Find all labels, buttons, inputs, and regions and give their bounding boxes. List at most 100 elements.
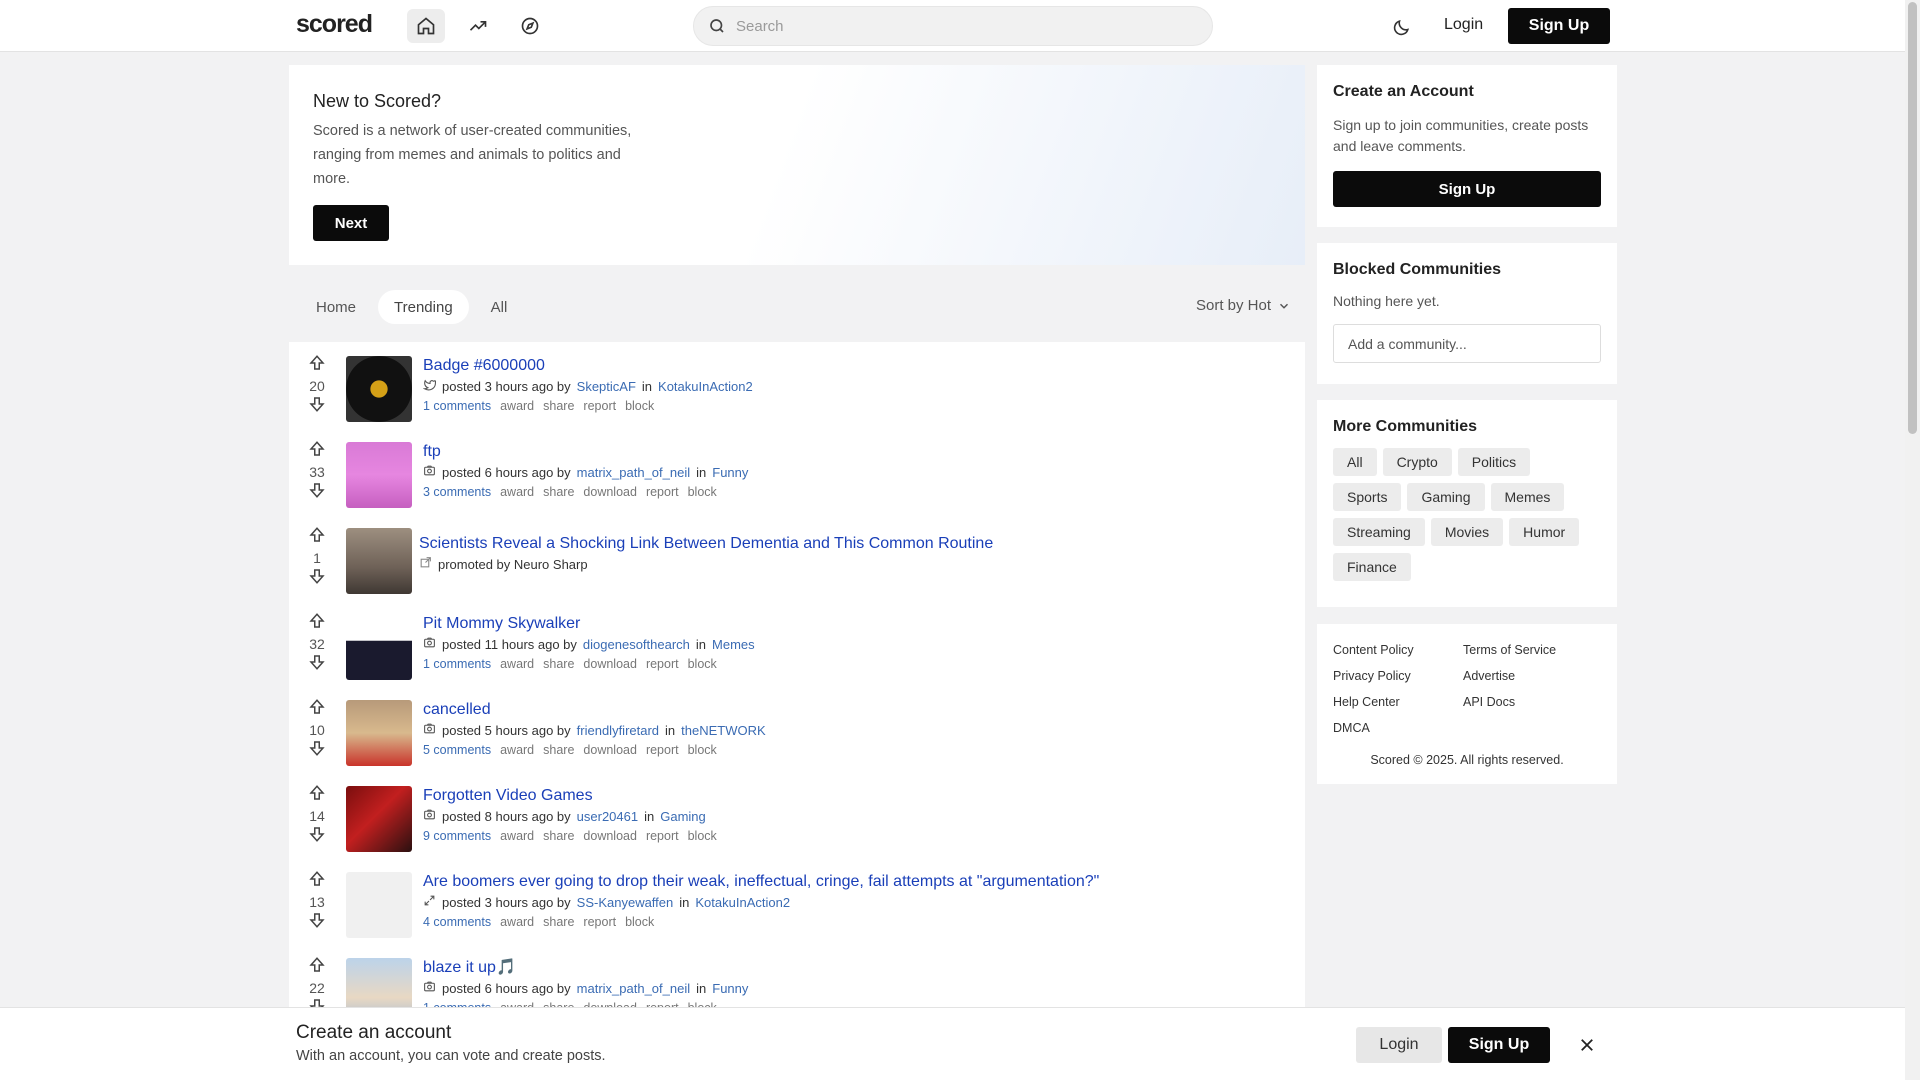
tab-trending[interactable]: Trending — [378, 290, 469, 324]
post-thumbnail[interactable] — [346, 614, 412, 680]
post-title-link[interactable]: Forgotten Video Games — [423, 786, 717, 806]
post-thumbnail[interactable] — [346, 872, 412, 938]
post-action-award[interactable]: award — [500, 484, 534, 500]
post-comments-link[interactable]: 4 comments — [423, 914, 491, 930]
upvote-button[interactable] — [303, 784, 331, 807]
footer-link[interactable]: Terms of Service — [1463, 641, 1593, 659]
upvote-button[interactable] — [303, 612, 331, 635]
post-author-link[interactable]: SkepticAF — [577, 378, 636, 395]
post-comments-link[interactable]: 1 comments — [423, 656, 491, 672]
upvote-button[interactable] — [303, 440, 331, 463]
footer-link[interactable]: Advertise — [1463, 667, 1593, 685]
post-action-report[interactable]: report — [583, 398, 616, 414]
scored-logo[interactable]: scored — [296, 10, 373, 39]
sidebar-signup-button[interactable]: Sign Up — [1333, 171, 1601, 207]
post-action-block[interactable]: block — [688, 484, 717, 500]
welcome-next-button[interactable]: Next — [313, 205, 389, 241]
community-chip[interactable]: Politics — [1457, 448, 1531, 476]
downvote-button[interactable] — [303, 567, 331, 590]
post-title-link[interactable]: cancelled — [423, 700, 766, 720]
post-community-link[interactable]: Funny — [712, 464, 748, 481]
downvote-button[interactable] — [303, 395, 331, 418]
trending-nav-button[interactable] — [459, 9, 497, 43]
upvote-button[interactable] — [303, 354, 331, 377]
upvote-button[interactable] — [303, 956, 331, 979]
downvote-button[interactable] — [303, 739, 331, 762]
post-comments-link[interactable]: 3 comments — [423, 484, 491, 500]
post-author-link[interactable]: matrix_path_of_neil — [577, 464, 690, 481]
upvote-button[interactable] — [303, 698, 331, 721]
post-comments-link[interactable]: 5 comments — [423, 742, 491, 758]
post-community-link[interactable]: theNETWORK — [681, 722, 766, 739]
post-action-block[interactable]: block — [688, 828, 717, 844]
post-community-link[interactable]: Memes — [712, 636, 755, 653]
community-chip[interactable]: Memes — [1490, 483, 1565, 511]
page-scrollbar[interactable] — [1905, 0, 1920, 1080]
community-chip[interactable]: Humor — [1509, 518, 1580, 546]
post-community-link[interactable]: KotakuInAction2 — [658, 378, 753, 395]
community-chip[interactable]: Streaming — [1333, 518, 1425, 546]
header-signup-button[interactable]: Sign Up — [1508, 8, 1610, 44]
downvote-button[interactable] — [303, 911, 331, 934]
explore-nav-button[interactable] — [511, 9, 549, 43]
banner-login-button[interactable]: Login — [1356, 1027, 1442, 1063]
banner-signup-button[interactable]: Sign Up — [1448, 1027, 1550, 1063]
community-chip[interactable]: All — [1333, 448, 1377, 476]
footer-link[interactable]: Privacy Policy — [1333, 667, 1463, 685]
post-action-share[interactable]: share — [543, 398, 574, 414]
footer-link[interactable]: Content Policy — [1333, 641, 1463, 659]
post-thumbnail[interactable] — [346, 786, 412, 852]
community-chip[interactable]: Gaming — [1407, 483, 1485, 511]
post-thumbnail[interactable] — [346, 528, 412, 594]
post-action-report[interactable]: report — [646, 742, 679, 758]
post-action-award[interactable]: award — [500, 914, 534, 930]
downvote-button[interactable] — [303, 825, 331, 848]
post-title-link[interactable]: Pit Mommy Skywalker — [423, 614, 755, 634]
post-author-link[interactable]: SS-Kanyewaffen — [577, 894, 674, 911]
dark-mode-toggle[interactable] — [1386, 12, 1416, 42]
post-action-block[interactable]: block — [625, 914, 654, 930]
banner-close-button[interactable] — [1574, 1032, 1600, 1058]
post-thumbnail[interactable] — [346, 356, 412, 422]
post-title-link[interactable]: Are boomers ever going to drop their wea… — [423, 872, 1099, 892]
upvote-button[interactable] — [303, 870, 331, 893]
post-action-block[interactable]: block — [625, 398, 654, 414]
add-community-input[interactable] — [1333, 324, 1601, 363]
post-action-report[interactable]: report — [646, 828, 679, 844]
footer-link[interactable]: DMCA — [1333, 719, 1463, 737]
post-action-share[interactable]: share — [543, 484, 574, 500]
post-thumbnail[interactable] — [346, 442, 412, 508]
post-comments-link[interactable]: 9 comments — [423, 828, 491, 844]
footer-link[interactable]: API Docs — [1463, 693, 1593, 711]
search-input[interactable] — [736, 17, 1196, 35]
post-thumbnail[interactable] — [346, 700, 412, 766]
post-action-report[interactable]: report — [646, 484, 679, 500]
post-action-report[interactable]: report — [646, 656, 679, 672]
post-comments-link[interactable]: 1 comments — [423, 398, 491, 414]
tab-all[interactable]: All — [475, 290, 524, 324]
post-action-share[interactable]: share — [543, 742, 574, 758]
post-action-award[interactable]: award — [500, 828, 534, 844]
post-title-link[interactable]: blaze it up🎵 — [423, 958, 748, 978]
scrollbar-thumb[interactable] — [1908, 2, 1917, 434]
post-community-link[interactable]: Gaming — [660, 808, 706, 825]
upvote-button[interactable] — [303, 526, 331, 549]
community-chip[interactable]: Sports — [1333, 483, 1402, 511]
post-author-link[interactable]: diogenesofthearch — [583, 636, 690, 653]
post-action-download[interactable]: download — [583, 742, 637, 758]
post-author-link[interactable]: user20461 — [577, 808, 638, 825]
post-community-link[interactable]: KotakuInAction2 — [695, 894, 790, 911]
post-action-award[interactable]: award — [500, 742, 534, 758]
post-action-award[interactable]: award — [500, 656, 534, 672]
search-bar[interactable] — [693, 6, 1213, 46]
post-title-link[interactable]: ftp — [423, 442, 748, 462]
community-chip[interactable]: Crypto — [1382, 448, 1452, 476]
post-action-block[interactable]: block — [688, 742, 717, 758]
post-community-link[interactable]: Funny — [712, 980, 748, 997]
post-action-share[interactable]: share — [543, 656, 574, 672]
post-action-download[interactable]: download — [583, 656, 637, 672]
post-action-award[interactable]: award — [500, 398, 534, 414]
home-nav-button[interactable] — [407, 9, 445, 43]
footer-link[interactable]: Help Center — [1333, 693, 1463, 711]
post-action-block[interactable]: block — [688, 656, 717, 672]
